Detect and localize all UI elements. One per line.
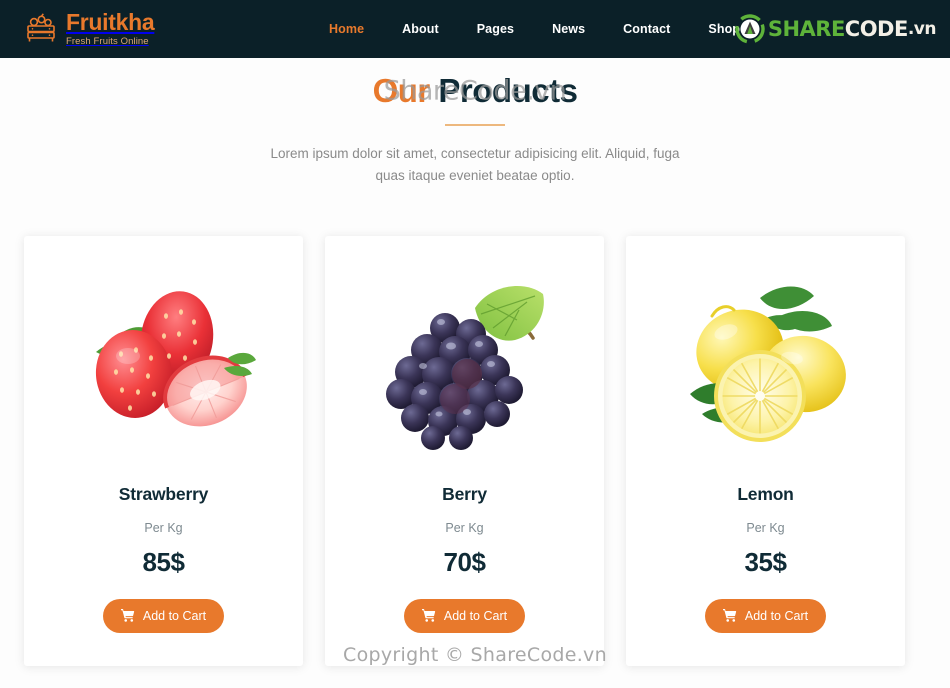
fruit-crate-icon: [24, 13, 58, 45]
watermark-share-text: SHARE: [767, 17, 845, 41]
product-card[interactable]: Berry Per Kg 70$ Add to Cart: [325, 236, 604, 666]
nav-item-pages[interactable]: Pages: [458, 22, 533, 36]
grapes-image: [367, 254, 562, 454]
strawberry-image: [66, 254, 261, 454]
product-unit: Per Kg: [144, 521, 183, 535]
shopping-cart-icon: [120, 608, 135, 625]
nav-item-contact[interactable]: Contact: [604, 22, 689, 36]
main-navigation: Home About Pages News Contact Shop: [310, 0, 759, 58]
add-to-cart-button[interactable]: Add to Cart: [403, 599, 526, 633]
page-title-main: Products: [438, 72, 578, 109]
shopping-cart-icon: [722, 608, 737, 625]
sharecode-watermark-logo: SHARE CODE .vn: [735, 10, 937, 48]
product-price: 70$: [443, 547, 486, 577]
watermark-tld-text: .vn: [907, 19, 937, 39]
section-heading-block: Our Products ShareCode.vn Lorem ipsum do…: [0, 72, 950, 188]
section-subtitle: Lorem ipsum dolor sit amet, consectetur …: [270, 146, 680, 184]
add-to-cart-label: Add to Cart: [142, 609, 207, 623]
product-name: Lemon: [737, 484, 794, 504]
sharecode-recycle-icon: [735, 14, 765, 44]
site-header: Fruitkha Fresh Fruits Online Home About …: [0, 0, 950, 58]
product-page: Fruitkha Fresh Fruits Online Home About …: [0, 0, 950, 688]
brand-name: Fruitkha: [66, 9, 155, 36]
page-title: Our Products ShareCode.vn: [373, 72, 578, 110]
product-unit: Per Kg: [746, 521, 785, 535]
product-card[interactable]: Lemon Per Kg 35$ Add to Cart: [626, 236, 905, 666]
add-to-cart-label: Add to Cart: [443, 609, 508, 623]
product-card[interactable]: Strawberry Per Kg 85$ Add to Cart: [24, 236, 303, 666]
shopping-cart-icon: [421, 608, 436, 625]
lemon-image: [668, 254, 863, 454]
nav-item-news[interactable]: News: [533, 22, 604, 36]
nav-item-home[interactable]: Home: [310, 22, 383, 36]
product-name: Strawberry: [118, 484, 209, 504]
brand-tagline: Fresh Fruits Online: [66, 36, 149, 48]
nav-item-about[interactable]: About: [383, 22, 458, 36]
product-price: 85$: [142, 547, 185, 577]
watermark-code-text: CODE: [844, 17, 909, 41]
product-grid: Strawberry Per Kg 85$ Add to Cart Berry …: [24, 236, 926, 666]
page-title-accent: Our: [372, 72, 439, 109]
title-underline-rule: [445, 124, 505, 126]
add-to-cart-button[interactable]: Add to Cart: [704, 599, 827, 633]
product-unit: Per Kg: [445, 521, 484, 535]
add-to-cart-button[interactable]: Add to Cart: [102, 599, 225, 633]
product-name: Berry: [442, 484, 487, 504]
brand-logo[interactable]: Fruitkha Fresh Fruits Online: [24, 9, 155, 48]
add-to-cart-label: Add to Cart: [744, 609, 809, 623]
product-price: 35$: [744, 547, 787, 577]
